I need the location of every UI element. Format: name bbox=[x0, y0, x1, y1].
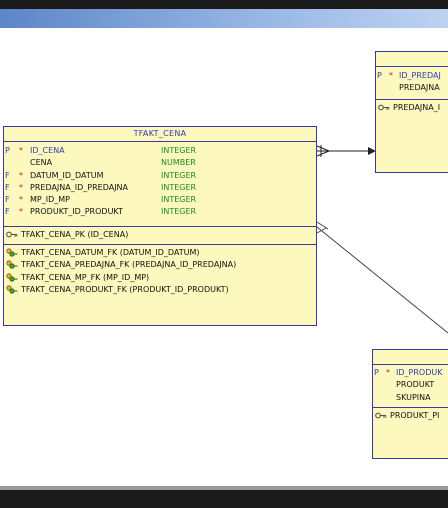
foreign-key-name: TFAKT_CENA_PREDAJNA_FK (PREDAJNA_ID_PRED… bbox=[21, 260, 237, 269]
foreign-key-row[interactable]: TFAKT_CENA_PRODUKT_FK (PRODUKT_ID_PRODUK… bbox=[4, 284, 316, 297]
column-name: MP_ID_MP bbox=[30, 195, 70, 205]
table-produkt[interactable]: P * ID_PRODUK PRODUKT SKUPINA PRODUKT_PI bbox=[372, 349, 448, 459]
column-type: NUMBER bbox=[161, 158, 196, 168]
column-type: INTEGER bbox=[161, 146, 197, 155]
column-name: ID_PRODUK bbox=[396, 368, 443, 377]
mandatory-marker: * bbox=[19, 195, 23, 205]
table-predajna[interactable]: P * ID_PREDAJ PREDAJNA PREDAJNA_I bbox=[375, 51, 448, 173]
foreign-key-row[interactable]: TFAKT_CENA_MP_FK (MP_ID_MP) bbox=[4, 272, 316, 285]
column-list: P * ID_PRODUK PRODUKT SKUPINA bbox=[373, 365, 448, 408]
column-list: P * ID_PREDAJ PREDAJNA bbox=[376, 67, 448, 100]
column-type: INTEGER bbox=[161, 195, 197, 205]
key-marker: P bbox=[5, 146, 10, 155]
table-title bbox=[376, 52, 448, 67]
column-row[interactable]: F * PRODUKT_ID_PRODUKT INTEGER bbox=[4, 206, 316, 218]
key-marker: F bbox=[5, 182, 10, 192]
primary-key-name: PREDAJNA_I bbox=[393, 103, 441, 112]
column-name: PREDAJNA bbox=[399, 83, 440, 93]
primary-key-section: TFAKT_CENA_PK (ID_CENA) bbox=[4, 227, 316, 245]
column-row[interactable]: P * ID_PREDAJ bbox=[376, 70, 448, 82]
column-name: PRODUKT bbox=[396, 380, 435, 390]
column-name: PREDAJNA_ID_PREDAJNA bbox=[30, 182, 129, 192]
key-marker: F bbox=[5, 195, 10, 205]
foreign-key-row[interactable]: TFAKT_CENA_PREDAJNA_FK (PREDAJNA_ID_PRED… bbox=[4, 259, 316, 272]
column-list: P * ID_CENA INTEGER CENA NUMBER F * DATU… bbox=[4, 142, 316, 227]
mandatory-marker: * bbox=[19, 182, 23, 192]
relationship-produkt[interactable] bbox=[316, 221, 448, 334]
column-type: INTEGER bbox=[161, 182, 197, 192]
primary-key-section: PREDAJNA_I bbox=[376, 100, 448, 117]
column-row[interactable]: P * ID_CENA INTEGER bbox=[4, 145, 316, 157]
column-row[interactable]: PRODUKT bbox=[373, 379, 448, 391]
relationship-predajna[interactable] bbox=[316, 145, 376, 157]
mandatory-marker: * bbox=[19, 146, 23, 155]
key-marker: F bbox=[5, 170, 10, 180]
column-row[interactable]: SKUPINA bbox=[373, 392, 448, 404]
table-title bbox=[373, 350, 448, 365]
column-name: ID_PREDAJ bbox=[399, 71, 441, 80]
column-row[interactable]: CENA NUMBER bbox=[4, 157, 316, 169]
foreign-key-name: TFAKT_CENA_PRODUKT_FK (PRODUKT_ID_PRODUK… bbox=[21, 285, 229, 294]
foreign-key-name: TFAKT_CENA_MP_FK (MP_ID_MP) bbox=[21, 272, 150, 282]
primary-key-name: PRODUKT_PI bbox=[390, 411, 440, 420]
fk-key-icon bbox=[6, 285, 18, 299]
foreign-key-section: TFAKT_CENA_DATUM_FK (DATUM_ID_DATUM) TFA… bbox=[4, 245, 316, 299]
primary-key-row[interactable]: PREDAJNA_I bbox=[376, 102, 448, 115]
mandatory-marker: * bbox=[389, 71, 393, 80]
foreign-key-name: TFAKT_CENA_DATUM_FK (DATUM_ID_DATUM) bbox=[21, 247, 200, 257]
column-name: SKUPINA bbox=[396, 392, 431, 402]
column-type: INTEGER bbox=[161, 170, 197, 180]
column-row[interactable]: P * ID_PRODUK bbox=[373, 367, 448, 379]
column-name: PRODUKT_ID_PRODUKT bbox=[30, 207, 123, 217]
primary-key-section: PRODUKT_PI bbox=[373, 408, 448, 425]
column-name: DATUM_ID_DATUM bbox=[30, 170, 104, 180]
mandatory-marker: * bbox=[19, 207, 23, 217]
primary-key-name: TFAKT_CENA_PK (ID_CENA) bbox=[21, 230, 129, 239]
column-name: ID_CENA bbox=[30, 146, 65, 155]
column-type: INTEGER bbox=[161, 207, 197, 217]
column-row[interactable]: F * MP_ID_MP INTEGER bbox=[4, 194, 316, 206]
column-row[interactable]: F * PREDAJNA_ID_PREDAJNA INTEGER bbox=[4, 182, 316, 194]
pk-key-icon bbox=[6, 230, 18, 244]
foreign-key-row[interactable]: TFAKT_CENA_DATUM_FK (DATUM_ID_DATUM) bbox=[4, 247, 316, 260]
mandatory-marker: * bbox=[19, 170, 23, 180]
mandatory-marker: * bbox=[386, 368, 390, 377]
column-row[interactable]: PREDAJNA bbox=[376, 82, 448, 94]
column-name: CENA bbox=[30, 158, 53, 168]
pk-key-icon bbox=[378, 103, 390, 117]
key-marker: P bbox=[377, 71, 382, 80]
primary-key-row[interactable]: TFAKT_CENA_PK (ID_CENA) bbox=[4, 229, 316, 242]
table-tfakt-cena[interactable]: TFAKT_CENA P * ID_CENA INTEGER CENA NUMB… bbox=[3, 126, 317, 326]
pk-key-icon bbox=[375, 411, 387, 425]
column-row[interactable]: F * DATUM_ID_DATUM INTEGER bbox=[4, 170, 316, 182]
key-marker: P bbox=[374, 368, 379, 377]
primary-key-row[interactable]: PRODUKT_PI bbox=[373, 410, 448, 423]
key-marker: F bbox=[5, 207, 10, 217]
table-title: TFAKT_CENA bbox=[4, 127, 316, 142]
